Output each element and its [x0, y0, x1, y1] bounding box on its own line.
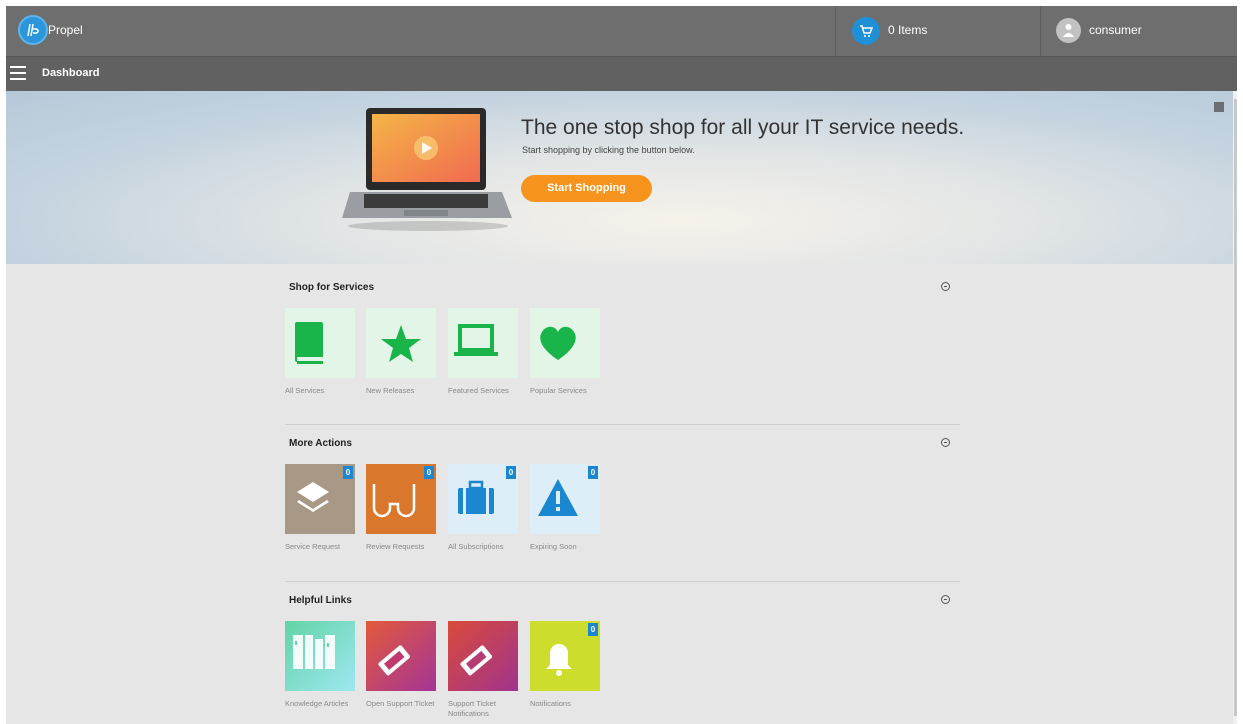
ticket-icon [460, 645, 493, 676]
count-badge: 0 [588, 466, 598, 479]
cart-button[interactable]: 0 Items [835, 6, 1041, 56]
tile-notifications[interactable]: 0 [530, 621, 600, 691]
tile-new-releases[interactable] [366, 308, 436, 378]
laptop-icon [454, 324, 498, 356]
cart-count: 0 Items [888, 23, 928, 37]
count-badge: 0 [588, 623, 598, 636]
start-shopping-button[interactable]: Start Shopping [521, 175, 652, 202]
app-name[interactable]: Propel [48, 23, 83, 37]
collapse-icon[interactable] [941, 282, 950, 291]
tile-all-subscriptions[interactable]: 0 [448, 464, 518, 534]
laptop-illustration-icon [342, 108, 512, 231]
count-badge: 0 [343, 466, 353, 479]
collapse-icon[interactable] [941, 595, 950, 604]
hamburger-menu-icon[interactable] [10, 66, 26, 80]
ticket-icon [378, 645, 411, 676]
nav-bar: Dashboard [6, 56, 1237, 91]
tile-all-services[interactable] [285, 308, 355, 378]
section-title: More Actions [289, 438, 352, 449]
tile-open-support-ticket[interactable] [366, 621, 436, 691]
user-avatar-icon [1056, 18, 1081, 43]
tile-service-request[interactable]: 0 [285, 464, 355, 534]
section-title: Helpful Links [289, 595, 352, 606]
hero-title: The one stop shop for all your IT servic… [521, 116, 965, 139]
top-bar: Propel 0 Items consumer [6, 6, 1237, 56]
tile-label: Knowledge Articles [285, 699, 349, 708]
cart-icon [852, 17, 880, 45]
scrollbar-thumb[interactable] [1234, 99, 1237, 716]
section-divider [285, 424, 960, 425]
tile-expiring-soon[interactable]: 0 [530, 464, 600, 534]
tile-knowledge-articles[interactable] [285, 621, 355, 691]
page-title: Dashboard [42, 67, 100, 79]
tile-review-requests[interactable]: 0 [366, 464, 436, 534]
bookshelf-icon [293, 635, 335, 669]
tile-support-ticket-notifications[interactable] [448, 621, 518, 691]
tile-label: Open Support Ticket [366, 699, 435, 708]
tile-label: All Services [285, 386, 325, 395]
tile-label: Service Request [285, 542, 341, 551]
user-menu[interactable]: consumer [1042, 6, 1237, 56]
tile-label: Featured Services [448, 386, 509, 395]
tile-label: All Subscriptions [448, 542, 504, 551]
tile-label: New Releases [366, 386, 415, 395]
book-icon [295, 322, 323, 364]
hp-logo-icon[interactable] [18, 15, 48, 45]
tile-label: Notifications [530, 699, 571, 708]
heart-icon [540, 326, 576, 360]
collapse-icon[interactable] [941, 438, 950, 447]
app-window: Propel 0 Items consumer Dashboard The on… [6, 6, 1237, 724]
section-title: Shop for Services [289, 282, 375, 293]
hero-subtitle: Start shopping by clicking the button be… [522, 145, 695, 155]
section-divider [285, 581, 960, 582]
user-name: consumer [1089, 23, 1142, 37]
expand-icon[interactable] [1214, 102, 1224, 112]
count-badge: 0 [424, 466, 434, 479]
hero-banner: The one stop shop for all your IT servic… [6, 91, 1233, 264]
tile-label: Support Ticket Notifications [448, 699, 496, 718]
tile-popular-services[interactable] [530, 308, 600, 378]
tile-featured-services[interactable] [448, 308, 518, 378]
star-icon [381, 325, 421, 362]
count-badge: 0 [506, 466, 516, 479]
tile-label: Expiring Soon [530, 542, 577, 551]
tile-label: Popular Services [530, 386, 587, 395]
tile-label: Review Requests [366, 542, 425, 551]
